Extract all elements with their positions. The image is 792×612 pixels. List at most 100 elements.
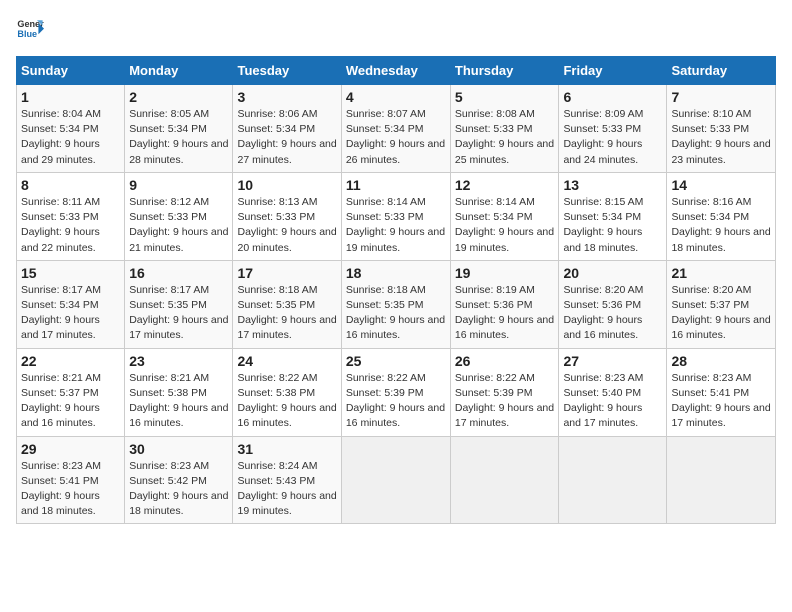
- column-header-tuesday: Tuesday: [233, 57, 341, 85]
- logo: General Blue: [16, 16, 44, 44]
- day-detail: Sunrise: 8:18 AMSunset: 5:35 PMDaylight:…: [237, 284, 336, 342]
- calendar-cell: 23 Sunrise: 8:21 AMSunset: 5:38 PMDaylig…: [125, 348, 233, 436]
- calendar-cell: 25 Sunrise: 8:22 AMSunset: 5:39 PMDaylig…: [341, 348, 450, 436]
- day-detail: Sunrise: 8:08 AMSunset: 5:33 PMDaylight:…: [455, 108, 554, 166]
- calendar-cell: 7 Sunrise: 8:10 AMSunset: 5:33 PMDayligh…: [667, 85, 776, 173]
- day-number: 31: [237, 441, 336, 457]
- calendar-cell: 13 Sunrise: 8:15 AMSunset: 5:34 PMDaylig…: [559, 172, 667, 260]
- day-detail: Sunrise: 8:16 AMSunset: 5:34 PMDaylight:…: [671, 196, 770, 254]
- day-number: 29: [21, 441, 120, 457]
- day-number: 26: [455, 353, 555, 369]
- calendar-cell: [341, 436, 450, 524]
- calendar-cell: 18 Sunrise: 8:18 AMSunset: 5:35 PMDaylig…: [341, 260, 450, 348]
- day-number: 9: [129, 177, 228, 193]
- day-number: 20: [563, 265, 662, 281]
- day-number: 10: [237, 177, 336, 193]
- day-detail: Sunrise: 8:10 AMSunset: 5:33 PMDaylight:…: [671, 108, 770, 166]
- day-detail: Sunrise: 8:18 AMSunset: 5:35 PMDaylight:…: [346, 284, 445, 342]
- calendar-cell: 30 Sunrise: 8:23 AMSunset: 5:42 PMDaylig…: [125, 436, 233, 524]
- day-number: 1: [21, 89, 120, 105]
- day-number: 27: [563, 353, 662, 369]
- week-row-2: 8 Sunrise: 8:11 AMSunset: 5:33 PMDayligh…: [17, 172, 776, 260]
- day-detail: Sunrise: 8:14 AMSunset: 5:33 PMDaylight:…: [346, 196, 445, 254]
- day-detail: Sunrise: 8:17 AMSunset: 5:35 PMDaylight:…: [129, 284, 228, 342]
- day-detail: Sunrise: 8:04 AMSunset: 5:34 PMDaylight:…: [21, 108, 101, 166]
- day-detail: Sunrise: 8:07 AMSunset: 5:34 PMDaylight:…: [346, 108, 445, 166]
- calendar-cell: 14 Sunrise: 8:16 AMSunset: 5:34 PMDaylig…: [667, 172, 776, 260]
- day-detail: Sunrise: 8:22 AMSunset: 5:39 PMDaylight:…: [346, 372, 445, 430]
- day-detail: Sunrise: 8:20 AMSunset: 5:37 PMDaylight:…: [671, 284, 770, 342]
- day-number: 12: [455, 177, 555, 193]
- day-detail: Sunrise: 8:11 AMSunset: 5:33 PMDaylight:…: [21, 196, 100, 254]
- day-number: 18: [346, 265, 446, 281]
- day-detail: Sunrise: 8:09 AMSunset: 5:33 PMDaylight:…: [563, 108, 643, 166]
- calendar-cell: 9 Sunrise: 8:12 AMSunset: 5:33 PMDayligh…: [125, 172, 233, 260]
- day-detail: Sunrise: 8:22 AMSunset: 5:39 PMDaylight:…: [455, 372, 554, 430]
- day-number: 17: [237, 265, 336, 281]
- calendar-cell: 21 Sunrise: 8:20 AMSunset: 5:37 PMDaylig…: [667, 260, 776, 348]
- day-number: 5: [455, 89, 555, 105]
- column-header-friday: Friday: [559, 57, 667, 85]
- day-number: 13: [563, 177, 662, 193]
- calendar-cell: 3 Sunrise: 8:06 AMSunset: 5:34 PMDayligh…: [233, 85, 341, 173]
- calendar-cell: 2 Sunrise: 8:05 AMSunset: 5:34 PMDayligh…: [125, 85, 233, 173]
- day-detail: Sunrise: 8:06 AMSunset: 5:34 PMDaylight:…: [237, 108, 336, 166]
- day-detail: Sunrise: 8:23 AMSunset: 5:40 PMDaylight:…: [563, 372, 643, 430]
- calendar-cell: [667, 436, 776, 524]
- day-number: 25: [346, 353, 446, 369]
- calendar-cell: [559, 436, 667, 524]
- calendar-cell: 16 Sunrise: 8:17 AMSunset: 5:35 PMDaylig…: [125, 260, 233, 348]
- week-row-3: 15 Sunrise: 8:17 AMSunset: 5:34 PMDaylig…: [17, 260, 776, 348]
- day-detail: Sunrise: 8:21 AMSunset: 5:38 PMDaylight:…: [129, 372, 228, 430]
- day-detail: Sunrise: 8:24 AMSunset: 5:43 PMDaylight:…: [237, 460, 336, 518]
- calendar-cell: 27 Sunrise: 8:23 AMSunset: 5:40 PMDaylig…: [559, 348, 667, 436]
- day-number: 4: [346, 89, 446, 105]
- day-number: 30: [129, 441, 228, 457]
- day-number: 21: [671, 265, 771, 281]
- day-number: 24: [237, 353, 336, 369]
- day-detail: Sunrise: 8:23 AMSunset: 5:41 PMDaylight:…: [671, 372, 770, 430]
- column-header-thursday: Thursday: [450, 57, 559, 85]
- day-detail: Sunrise: 8:21 AMSunset: 5:37 PMDaylight:…: [21, 372, 101, 430]
- day-number: 23: [129, 353, 228, 369]
- day-detail: Sunrise: 8:23 AMSunset: 5:42 PMDaylight:…: [129, 460, 228, 518]
- day-number: 8: [21, 177, 120, 193]
- calendar-table: SundayMondayTuesdayWednesdayThursdayFrid…: [16, 56, 776, 524]
- calendar-cell: 4 Sunrise: 8:07 AMSunset: 5:34 PMDayligh…: [341, 85, 450, 173]
- calendar-cell: 20 Sunrise: 8:20 AMSunset: 5:36 PMDaylig…: [559, 260, 667, 348]
- week-row-5: 29 Sunrise: 8:23 AMSunset: 5:41 PMDaylig…: [17, 436, 776, 524]
- day-detail: Sunrise: 8:14 AMSunset: 5:34 PMDaylight:…: [455, 196, 554, 254]
- calendar-cell: 24 Sunrise: 8:22 AMSunset: 5:38 PMDaylig…: [233, 348, 341, 436]
- week-row-1: 1 Sunrise: 8:04 AMSunset: 5:34 PMDayligh…: [17, 85, 776, 173]
- calendar-cell: 15 Sunrise: 8:17 AMSunset: 5:34 PMDaylig…: [17, 260, 125, 348]
- calendar-cell: 17 Sunrise: 8:18 AMSunset: 5:35 PMDaylig…: [233, 260, 341, 348]
- day-number: 28: [671, 353, 771, 369]
- day-detail: Sunrise: 8:23 AMSunset: 5:41 PMDaylight:…: [21, 460, 101, 518]
- day-detail: Sunrise: 8:19 AMSunset: 5:36 PMDaylight:…: [455, 284, 554, 342]
- day-detail: Sunrise: 8:05 AMSunset: 5:34 PMDaylight:…: [129, 108, 228, 166]
- day-number: 2: [129, 89, 228, 105]
- calendar-header-row: SundayMondayTuesdayWednesdayThursdayFrid…: [17, 57, 776, 85]
- calendar-cell: 22 Sunrise: 8:21 AMSunset: 5:37 PMDaylig…: [17, 348, 125, 436]
- day-number: 3: [237, 89, 336, 105]
- day-number: 22: [21, 353, 120, 369]
- day-number: 15: [21, 265, 120, 281]
- day-number: 19: [455, 265, 555, 281]
- column-header-sunday: Sunday: [17, 57, 125, 85]
- calendar-cell: 26 Sunrise: 8:22 AMSunset: 5:39 PMDaylig…: [450, 348, 559, 436]
- day-number: 7: [671, 89, 771, 105]
- calendar-body: 1 Sunrise: 8:04 AMSunset: 5:34 PMDayligh…: [17, 85, 776, 524]
- calendar-cell: 12 Sunrise: 8:14 AMSunset: 5:34 PMDaylig…: [450, 172, 559, 260]
- day-detail: Sunrise: 8:15 AMSunset: 5:34 PMDaylight:…: [563, 196, 643, 254]
- calendar-cell: 5 Sunrise: 8:08 AMSunset: 5:33 PMDayligh…: [450, 85, 559, 173]
- calendar-cell: 8 Sunrise: 8:11 AMSunset: 5:33 PMDayligh…: [17, 172, 125, 260]
- day-detail: Sunrise: 8:20 AMSunset: 5:36 PMDaylight:…: [563, 284, 643, 342]
- calendar-cell: 10 Sunrise: 8:13 AMSunset: 5:33 PMDaylig…: [233, 172, 341, 260]
- calendar-cell: 28 Sunrise: 8:23 AMSunset: 5:41 PMDaylig…: [667, 348, 776, 436]
- day-detail: Sunrise: 8:22 AMSunset: 5:38 PMDaylight:…: [237, 372, 336, 430]
- column-header-saturday: Saturday: [667, 57, 776, 85]
- day-detail: Sunrise: 8:17 AMSunset: 5:34 PMDaylight:…: [21, 284, 101, 342]
- day-detail: Sunrise: 8:12 AMSunset: 5:33 PMDaylight:…: [129, 196, 228, 254]
- column-header-monday: Monday: [125, 57, 233, 85]
- calendar-cell: [450, 436, 559, 524]
